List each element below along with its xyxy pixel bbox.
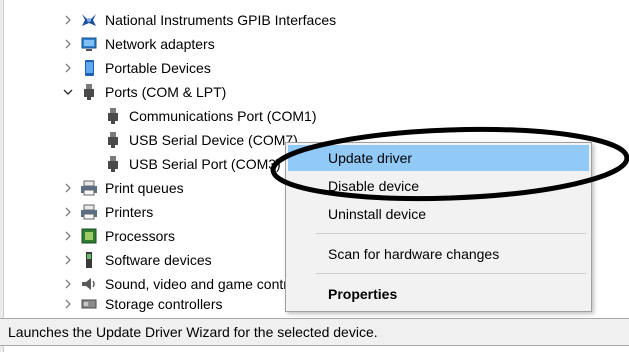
sound-icon bbox=[80, 275, 98, 293]
tree-item-printers[interactable]: Printers bbox=[60, 200, 153, 224]
tree-item-sound-video[interactable]: Sound, video and game controllers bbox=[60, 272, 321, 296]
tree-item-label: Communications Port (COM1) bbox=[129, 108, 317, 124]
portable-device-icon bbox=[80, 59, 98, 77]
port-icon bbox=[104, 131, 122, 149]
menu-item-update-driver[interactable]: Update driver bbox=[288, 145, 589, 171]
chevron-right-icon[interactable] bbox=[60, 200, 76, 224]
menu-separator bbox=[316, 233, 586, 234]
tree-item-label: Processors bbox=[105, 228, 176, 244]
chevron-right-icon[interactable] bbox=[60, 272, 76, 296]
tree-item-ports[interactable]: Ports (COM & LPT) bbox=[60, 80, 226, 104]
menu-item-properties[interactable]: Properties bbox=[288, 281, 589, 307]
menu-item-disable-device[interactable]: Disable device bbox=[288, 173, 589, 199]
menu-separator bbox=[316, 273, 586, 274]
software-device-icon bbox=[80, 251, 98, 269]
tree-item-label: USB Serial Port (COM3) bbox=[129, 156, 281, 172]
storage-icon bbox=[80, 295, 98, 313]
tree-item-processors[interactable]: Processors bbox=[60, 224, 175, 248]
tree-item-print-queues[interactable]: Print queues bbox=[60, 176, 184, 200]
tree-item-com1[interactable]: Communications Port (COM1) bbox=[104, 104, 317, 128]
tree-item-ni-gpib[interactable]: National Instruments GPIB Interfaces bbox=[60, 8, 336, 32]
port-icon bbox=[104, 155, 122, 173]
chevron-right-icon[interactable] bbox=[60, 8, 76, 32]
tree-item-software-devices[interactable]: Software devices bbox=[60, 248, 212, 272]
tree-item-label: National Instruments GPIB Interfaces bbox=[105, 12, 337, 28]
ni-gpib-icon bbox=[80, 11, 98, 29]
status-text: Launches the Update Driver Wizard for th… bbox=[8, 324, 378, 340]
tree-item-label: Print queues bbox=[105, 180, 184, 196]
chevron-right-icon[interactable] bbox=[60, 294, 76, 314]
tree-item-label: Storage controllers bbox=[105, 296, 223, 312]
tree-item-label: Portable Devices bbox=[105, 60, 211, 76]
chevron-down-icon[interactable] bbox=[60, 80, 76, 104]
port-icon bbox=[104, 107, 122, 125]
tree-item-usb-serial-port[interactable]: USB Serial Port (COM3) bbox=[104, 152, 281, 176]
processor-icon bbox=[80, 227, 98, 245]
port-icon bbox=[80, 83, 98, 101]
status-bar: Launches the Update Driver Wizard for th… bbox=[0, 318, 629, 346]
chevron-right-icon[interactable] bbox=[60, 32, 76, 56]
tree-item-label: Software devices bbox=[105, 252, 212, 268]
printer-icon bbox=[80, 179, 98, 197]
tree-item-usb-serial-device[interactable]: USB Serial Device (COM7) bbox=[104, 128, 298, 152]
tree-item-label: Ports (COM & LPT) bbox=[105, 84, 227, 100]
context-menu: Update driver Disable device Uninstall d… bbox=[285, 142, 592, 312]
printer-icon bbox=[80, 203, 98, 221]
network-adapter-icon bbox=[80, 35, 98, 53]
menu-item-uninstall-device[interactable]: Uninstall device bbox=[288, 201, 589, 227]
tree-item-label: Network adapters bbox=[105, 36, 215, 52]
chevron-right-icon[interactable] bbox=[60, 248, 76, 272]
tree-item-label: Printers bbox=[105, 204, 154, 220]
tree-item-label: USB Serial Device (COM7) bbox=[129, 132, 298, 148]
chevron-right-icon[interactable] bbox=[60, 56, 76, 80]
menu-item-scan-hardware[interactable]: Scan for hardware changes bbox=[288, 241, 589, 267]
chevron-right-icon[interactable] bbox=[60, 176, 76, 200]
chevron-right-icon[interactable] bbox=[60, 224, 76, 248]
tree-item-portable-devices[interactable]: Portable Devices bbox=[60, 56, 211, 80]
tree-item-network-adapters[interactable]: Network adapters bbox=[60, 32, 215, 56]
tree-item-storage-controllers[interactable]: Storage controllers bbox=[60, 294, 223, 314]
